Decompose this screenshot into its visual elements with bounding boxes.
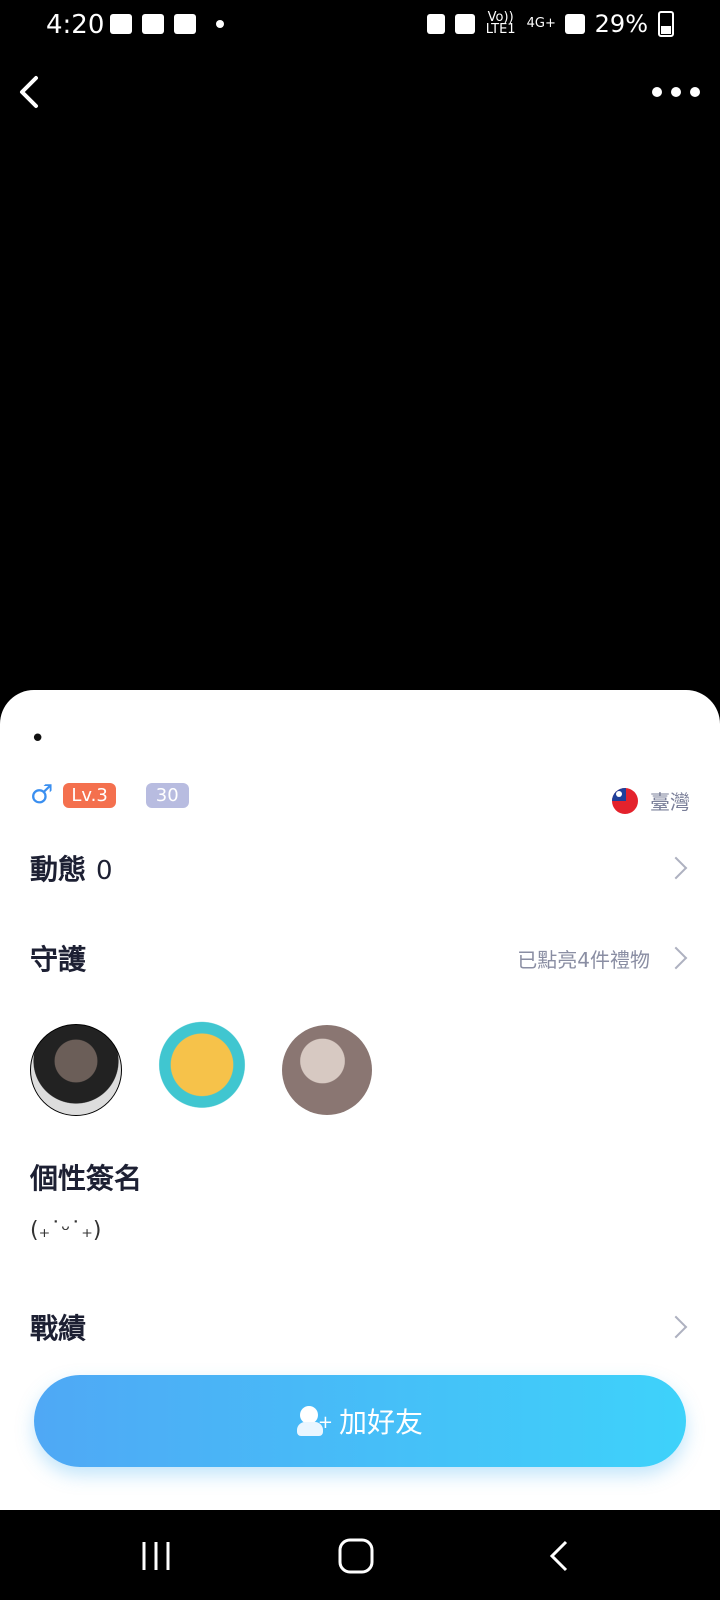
guardian-gifts-text: 已點亮4件禮物 bbox=[517, 947, 650, 972]
status-system-icons: Vo)) LTE1 4G+ 29% bbox=[426, 10, 674, 38]
moments-count: 0 bbox=[96, 856, 113, 886]
signature-title: 個性簽名 bbox=[30, 1162, 143, 1195]
guardian-avatar[interactable] bbox=[30, 1024, 122, 1116]
home-button[interactable] bbox=[336, 1536, 376, 1576]
records-title: 戰績 bbox=[30, 1312, 87, 1345]
nav-back-icon bbox=[549, 1540, 568, 1572]
add-friend-label: 加好友 bbox=[338, 1406, 423, 1439]
guardian-title: 守護 bbox=[30, 943, 87, 976]
status-bar: 4:20 Vo)) LTE1 4G+ 29% bbox=[0, 0, 720, 52]
home-icon bbox=[338, 1538, 374, 1574]
records-row[interactable]: 戰績 bbox=[30, 1302, 690, 1352]
male-icon: ♂ bbox=[30, 780, 54, 810]
status-time: 4:20 bbox=[46, 10, 105, 40]
guardian-avatar[interactable] bbox=[150, 1018, 254, 1122]
system-nav-bar bbox=[0, 1510, 720, 1600]
moments-label: 動態 bbox=[30, 853, 87, 886]
guardian-avatars bbox=[30, 1018, 372, 1122]
data-saver-icon bbox=[426, 14, 445, 34]
notification-dot-icon bbox=[216, 20, 224, 28]
back-icon bbox=[20, 76, 38, 108]
region-label: 臺灣 bbox=[650, 790, 690, 814]
gallery-icon bbox=[110, 14, 132, 34]
number-badge: 30 bbox=[145, 782, 189, 808]
top-bar bbox=[0, 60, 720, 124]
flag-icon bbox=[612, 787, 638, 814]
status-notification-icons bbox=[110, 14, 224, 34]
more-button[interactable] bbox=[652, 84, 700, 100]
region: 臺灣 bbox=[612, 786, 690, 815]
nav-back-button[interactable] bbox=[540, 1536, 580, 1576]
moments-title: 動態 0 bbox=[30, 848, 113, 888]
signature-text: (₊˙ᵕ˙₊) bbox=[30, 1218, 102, 1243]
chevron-right-icon bbox=[664, 1315, 688, 1339]
weather-icon bbox=[174, 14, 196, 34]
chevron-right-icon bbox=[664, 946, 688, 970]
guardian-right: 已點亮4件禮物 bbox=[517, 944, 690, 973]
add-friend-icon: + bbox=[296, 1406, 333, 1436]
more-icon bbox=[652, 87, 662, 97]
battery-percent: 29% bbox=[594, 10, 648, 38]
network-type-icon: 4G+ bbox=[526, 16, 556, 31]
profile-badges: ♂ Lv.3 30 bbox=[30, 782, 189, 808]
moments-row[interactable]: 動態 0 bbox=[30, 838, 690, 898]
level-badge: Lv.3 bbox=[63, 782, 116, 808]
mute-icon bbox=[454, 14, 475, 34]
battery-icon bbox=[658, 11, 674, 37]
recent-apps-icon bbox=[142, 1542, 170, 1570]
guardian-row[interactable]: 守護 已點亮4件禮物 bbox=[30, 928, 690, 988]
app-icon bbox=[142, 14, 164, 34]
add-friend-button[interactable]: + 加好友 bbox=[34, 1375, 686, 1467]
signature-row: 個性簽名 bbox=[30, 1152, 690, 1202]
signal-icon bbox=[564, 14, 585, 34]
recent-apps-button[interactable] bbox=[138, 1536, 178, 1576]
chevron-right-icon bbox=[664, 856, 688, 880]
guardian-avatar[interactable] bbox=[282, 1025, 372, 1115]
volte-icon: Vo)) LTE1 bbox=[485, 10, 516, 37]
back-button[interactable] bbox=[12, 72, 52, 112]
profile-name: • bbox=[30, 724, 46, 754]
